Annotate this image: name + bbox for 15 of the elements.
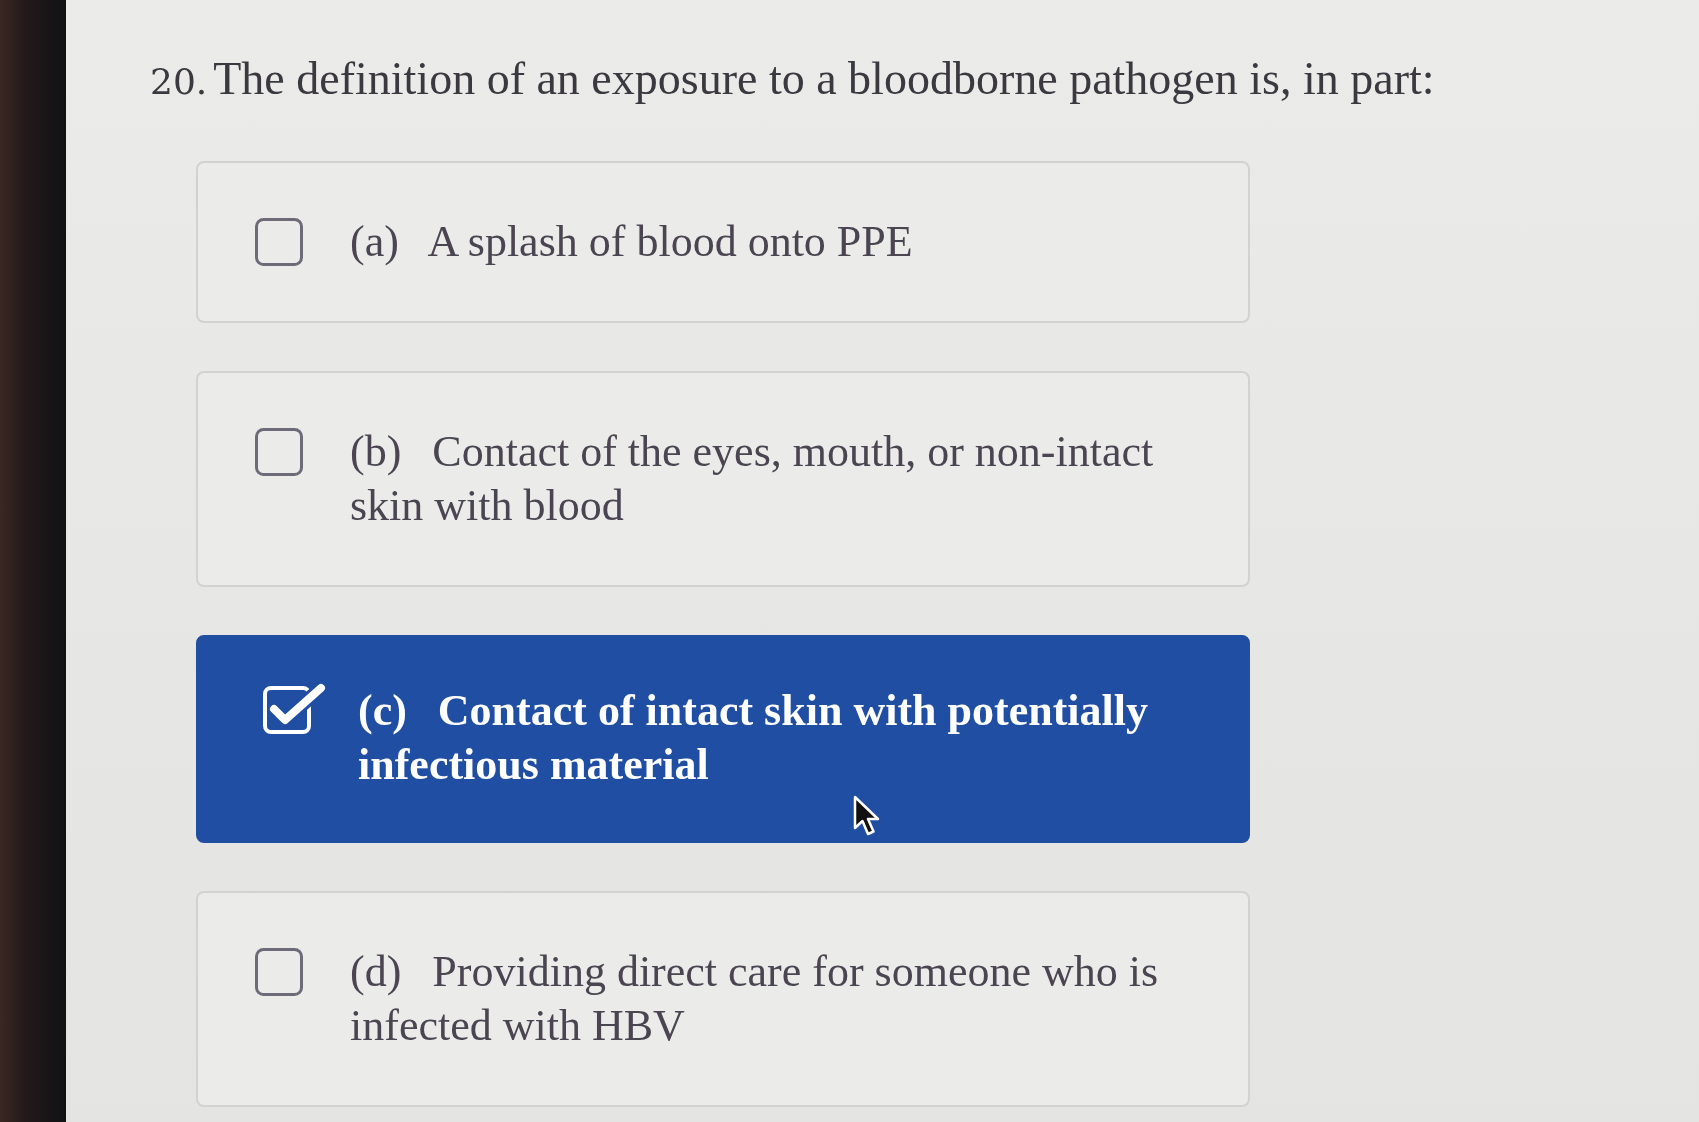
answer-option[interactable]: (c) Contact of intact skin with potentially infectious material <box>196 635 1250 843</box>
answer-option[interactable]: (b) Contact of the eyes, mouth, or non-intact skin with blood <box>196 371 1250 587</box>
checkbox[interactable] <box>255 948 303 996</box>
question-text: The definition of an exposure to a bloodborne pathogen is, in part: <box>213 53 1435 104</box>
question-number: 20. <box>150 61 208 102</box>
mouse-pointer-icon <box>853 795 881 837</box>
checkbox[interactable] <box>255 428 303 476</box>
option-text: (c) Contact of intact skin with potentially infectious material <box>358 685 1149 791</box>
answer-option[interactable]: (d) Providing direct care for someone who is infected with HBV <box>196 891 1250 1107</box>
answer-option[interactable]: (a) A splash of blood onto PPE <box>196 161 1250 323</box>
option-text: (d) Providing direct care for someone who is infected with HBV <box>350 946 1160 1052</box>
checked-checkbox[interactable] <box>263 682 327 734</box>
option-text: (b) Contact of the eyes, mouth, or non-intact skin with blood <box>350 426 1155 532</box>
option-text: (a) A splash of blood onto PPE <box>350 216 913 268</box>
checkbox[interactable] <box>255 218 303 266</box>
